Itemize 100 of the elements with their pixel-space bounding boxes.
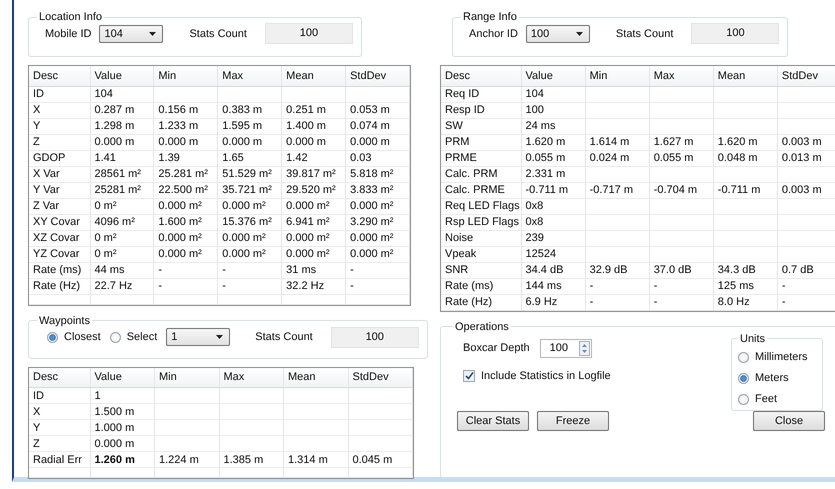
table-cell: 239 — [521, 230, 586, 246]
table-cell: - — [585, 278, 650, 294]
caret-icon — [216, 335, 224, 339]
table-cell: - — [585, 294, 650, 310]
table-cell: 8.0 Hz — [713, 294, 778, 310]
checkbox[interactable] — [463, 370, 475, 382]
table-cell: 0.251 m — [282, 102, 346, 118]
group-title: Range Info — [462, 11, 518, 23]
radio-button[interactable] — [47, 332, 58, 342]
table-cell: - — [346, 262, 410, 278]
table-cell: X — [29, 102, 90, 118]
table-cell: 32.9 dB — [585, 262, 650, 278]
table-cell: 0.000 m — [346, 134, 410, 150]
table-cell: 0.000 m — [90, 134, 154, 150]
table-cell: - — [777, 294, 835, 310]
table-cell: ID — [29, 388, 90, 404]
table-cell: Rate (ms) — [29, 262, 90, 278]
table-cell: 1.39 — [154, 150, 218, 166]
table-cell: Y Var — [29, 182, 90, 198]
spin-box[interactable]: 100 — [540, 338, 592, 358]
table-cell: 3.290 m² — [346, 214, 410, 230]
button[interactable]: Clear Stats — [457, 410, 529, 430]
table-cell: X — [29, 404, 90, 420]
table-cell: 0.003 m — [777, 134, 835, 150]
field-label: Mobile ID — [45, 28, 92, 40]
column-header: Desc — [29, 368, 90, 388]
table-cell: 0.000 m² — [282, 230, 346, 246]
button[interactable]: Freeze — [537, 410, 609, 430]
radio-label: Millimeters — [755, 351, 808, 363]
table-cell: 2.331 m — [521, 166, 586, 182]
table-cell: 0.000 m² — [282, 246, 346, 262]
table-cell: 4096 m² — [90, 214, 154, 230]
table-cell: Req ID — [441, 86, 521, 102]
table-cell: 0.156 m — [154, 102, 218, 118]
column-header: Desc — [29, 66, 90, 86]
column-header: Min — [154, 66, 218, 86]
column-header: Desc — [441, 66, 521, 86]
field-label: Stats Count — [616, 28, 674, 40]
radio-button[interactable] — [738, 352, 749, 362]
table-cell: - — [346, 278, 410, 294]
column-header: Max — [219, 368, 284, 388]
table-cell: 1.620 m — [713, 134, 778, 150]
table-cell: 1.224 m — [154, 452, 219, 468]
table-cell: - — [154, 278, 218, 294]
dropdown[interactable]: 104 — [99, 24, 164, 42]
table-cell: 1.500 m — [90, 404, 154, 420]
button[interactable]: Close — [753, 410, 825, 430]
radio-button[interactable] — [738, 394, 749, 404]
table-cell: 0.000 m — [154, 134, 218, 150]
column-header: Max — [649, 66, 714, 86]
table-cell: 0.000 m² — [346, 198, 410, 214]
table-cell: Y — [29, 420, 90, 436]
table-cell: 15.376 m² — [218, 214, 282, 230]
table-cell: Calc. PRM — [441, 166, 521, 182]
table-cell: 1 — [90, 388, 154, 404]
dropdown[interactable]: 100 — [526, 24, 590, 42]
table-cell: ID — [29, 86, 90, 102]
dropdown[interactable]: 1 — [166, 328, 230, 346]
radio-button[interactable] — [110, 332, 121, 342]
group-title: Units — [739, 332, 766, 344]
table-cell: SNR — [441, 262, 521, 278]
table-cell: 1.620 m — [521, 134, 586, 150]
table-cell: 34.3 dB — [713, 262, 778, 278]
table-cell: 28561 m² — [90, 166, 154, 182]
table-cell: -0.711 m — [521, 182, 586, 198]
radio-label: Select — [126, 331, 158, 343]
spin-arrows-icon — [578, 340, 590, 356]
radio-button[interactable] — [738, 372, 749, 384]
table-cell: 0.003 m — [777, 182, 835, 198]
table-cell: 1.400 m — [282, 118, 346, 134]
table-cell: XZ Covar — [29, 230, 90, 246]
table-cell: 0.287 m — [90, 102, 154, 118]
table-cell: PRME — [441, 150, 521, 166]
table-cell: 0.053 m — [346, 102, 410, 118]
column-header: Min — [154, 368, 219, 388]
table-cell: 104 — [90, 86, 154, 102]
table-cell: 0.048 m — [713, 150, 778, 166]
table-cell: 1.000 m — [90, 420, 154, 436]
column-header: Value — [521, 66, 586, 86]
table-cell: 0.03 — [346, 150, 410, 166]
column-header: StdDev — [346, 66, 410, 86]
radio-label: Feet — [755, 393, 778, 405]
table-cell: 35.721 m² — [218, 182, 282, 198]
table-cell: 44 ms — [90, 262, 154, 278]
table-cell: -0.711 m — [713, 182, 778, 198]
stats-count-field: 100 — [691, 23, 780, 44]
table-cell: 1.233 m — [154, 118, 218, 134]
table-cell: 0.045 m — [348, 452, 412, 468]
table-cell: 0 m² — [90, 198, 154, 214]
table-cell: 1.260 m — [90, 452, 154, 468]
table-cell: 0 m² — [90, 246, 154, 262]
table-cell: 0x8 — [521, 214, 586, 230]
table-cell: 0.013 m — [777, 150, 835, 166]
table-cell: Z Var — [29, 198, 90, 214]
table-cell: Noise — [441, 230, 521, 246]
table-cell: 100 — [521, 102, 586, 118]
table-cell: Radial Err — [29, 452, 90, 468]
table-cell: 1.65 — [218, 150, 282, 166]
table-cell: 3.833 m² — [346, 182, 410, 198]
table-cell: Resp ID — [441, 102, 521, 118]
